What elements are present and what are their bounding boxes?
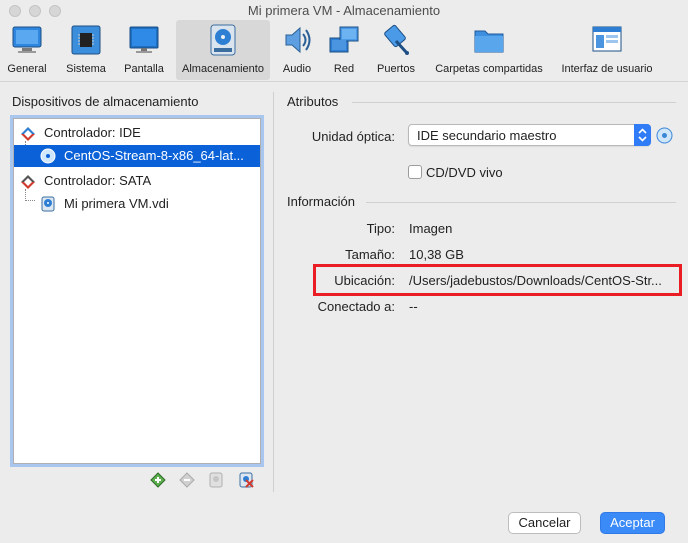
- controller-icon: [21, 175, 35, 189]
- section-divider: [366, 202, 676, 203]
- toolbar-red[interactable]: Red: [324, 20, 364, 80]
- hard-disk-icon: [41, 196, 55, 212]
- toolbar-sistema[interactable]: Sistema: [60, 20, 112, 80]
- disk-icon: [210, 24, 236, 56]
- information-title: Información: [287, 194, 355, 209]
- location-highlight: [313, 264, 682, 296]
- toolbar-audio[interactable]: Audio: [276, 20, 318, 80]
- toolbar-general[interactable]: General: [0, 20, 54, 80]
- window-title: Mi primera VM - Almacenamiento: [247, 3, 441, 18]
- optical-disc-icon: [40, 148, 56, 164]
- toolbar-almacenamiento[interactable]: Almacenamiento: [176, 20, 270, 80]
- ok-button[interactable]: Aceptar: [600, 512, 665, 534]
- storage-tree[interactable]: Controlador: IDE CentOS-Stream-8-x86_64-…: [13, 118, 261, 464]
- choose-disk-icon[interactable]: [656, 127, 673, 144]
- toolbar-divider: [0, 81, 688, 82]
- live-cd-label: CD/DVD vivo: [426, 165, 503, 180]
- add-attachment-icon[interactable]: [149, 471, 167, 489]
- speaker-icon: [285, 26, 311, 54]
- live-cd-checkbox[interactable]: [408, 165, 422, 179]
- window-icon: [592, 26, 622, 52]
- toolbar-carpetas-compartidas[interactable]: Carpetas compartidas: [430, 20, 548, 80]
- tree-item-optical-centos[interactable]: CentOS-Stream-8-x86_64-lat...: [14, 145, 260, 167]
- chevron-updown-icon: [634, 124, 651, 146]
- close-window-button[interactable]: [9, 5, 21, 17]
- toolbar-interfaz-usuario[interactable]: Interfaz de usuario: [556, 20, 658, 80]
- section-divider: [352, 102, 676, 103]
- tree-item-controller-sata[interactable]: Controlador: SATA: [14, 170, 260, 192]
- cancel-button[interactable]: Cancelar: [508, 512, 581, 534]
- network-icon: [329, 26, 359, 53]
- attached-label: Conectado a:: [317, 299, 395, 314]
- toolbar-puertos[interactable]: Puertos: [370, 20, 422, 80]
- tree-item-controller-ide[interactable]: Controlador: IDE: [14, 122, 260, 144]
- chip-icon: [71, 25, 101, 55]
- usb-icon: [384, 24, 409, 55]
- remove-disk-icon[interactable]: [237, 471, 255, 489]
- monitor-icon: [129, 26, 159, 53]
- size-label: Tamaño:: [345, 247, 395, 262]
- attached-value: --: [409, 299, 418, 314]
- type-label: Tipo:: [366, 221, 395, 236]
- folder-icon: [474, 30, 504, 53]
- toolbar-pantalla[interactable]: Pantalla: [118, 20, 170, 80]
- tree-item-hdd-vdi[interactable]: Mi primera VM.vdi: [14, 193, 260, 215]
- optical-drive-select[interactable]: IDE secundario maestro: [408, 124, 651, 146]
- minimize-window-button[interactable]: [29, 5, 41, 17]
- type-value: Imagen: [409, 221, 453, 236]
- general-icon: [12, 26, 42, 53]
- title-bar: Mi primera VM - Almacenamiento: [0, 0, 688, 22]
- settings-toolbar: General Sistema Pantalla Almacenamiento …: [0, 20, 688, 80]
- remove-attachment-icon[interactable]: [178, 471, 196, 489]
- size-value: 10,38 GB: [409, 247, 464, 262]
- zoom-window-button[interactable]: [49, 5, 61, 17]
- controller-icon: [21, 127, 35, 141]
- panel-divider: [273, 92, 274, 492]
- optical-drive-label: Unidad óptica:: [311, 129, 395, 144]
- add-disk-icon[interactable]: [207, 471, 225, 489]
- settings-window: Mi primera VM - Almacenamiento General S…: [0, 0, 688, 543]
- storage-devices-title: Dispositivos de almacenamiento: [12, 94, 199, 109]
- attributes-title: Atributos: [287, 94, 339, 109]
